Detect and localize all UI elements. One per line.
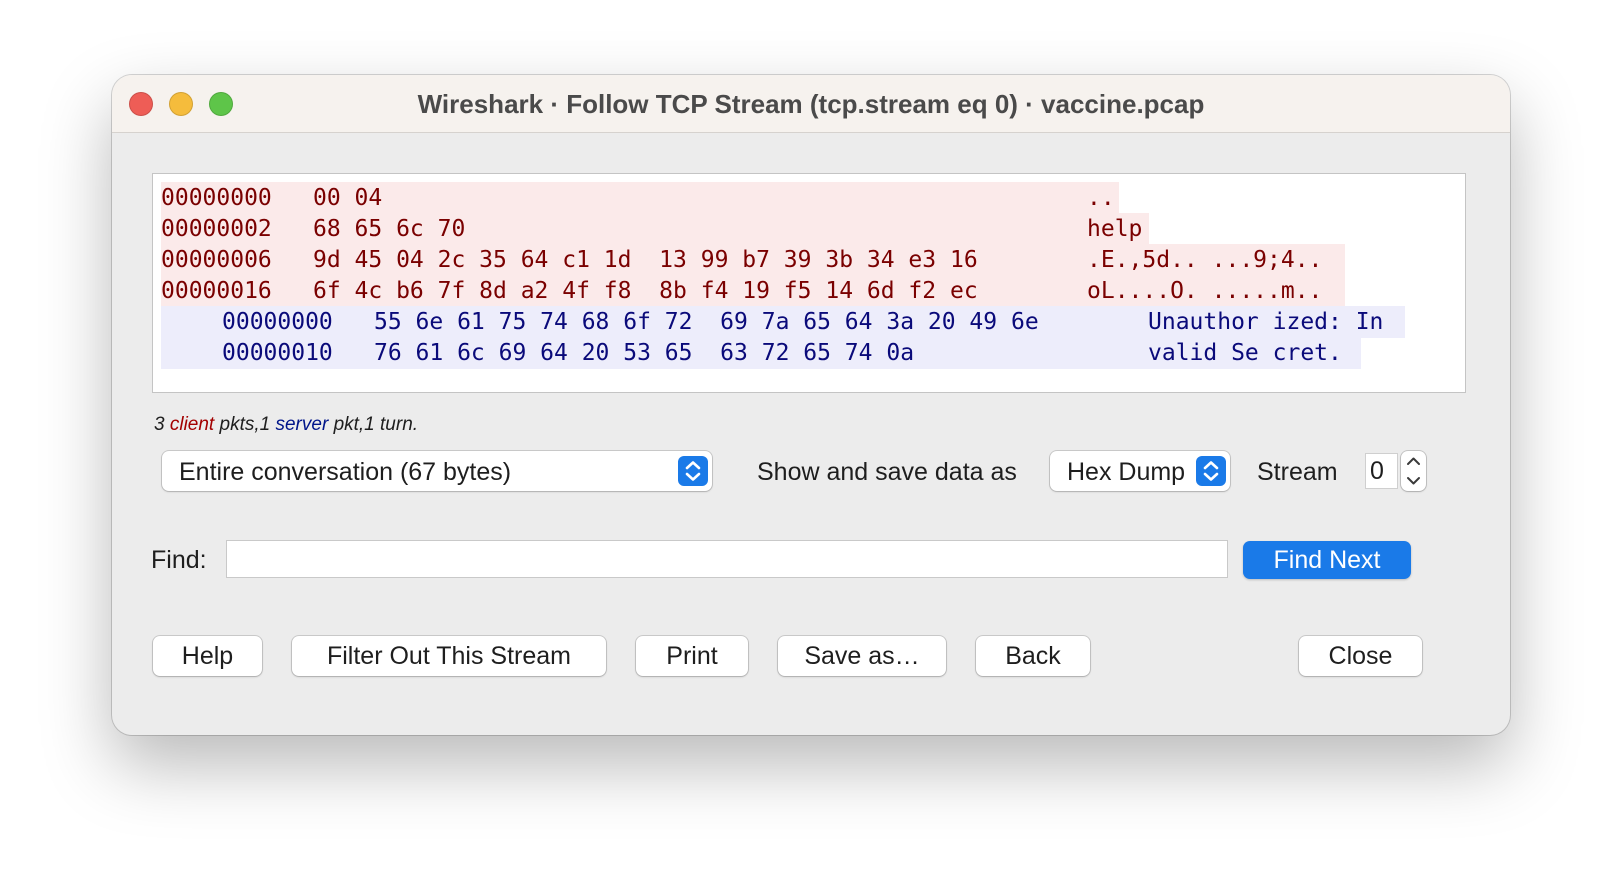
find-input[interactable] <box>226 540 1228 578</box>
server-hex-line: 00000000 55 6e 61 75 74 68 6f 72 69 7a 65… <box>161 306 1405 338</box>
stream-summary: 3 client pkts,1 server pkt,1 turn. <box>154 414 418 436</box>
format-select-value: Hex Dump <box>1067 458 1186 486</box>
client-label: client <box>169 414 215 435</box>
chevron-down-icon <box>1407 477 1420 485</box>
show-save-label: Show and save data as <box>757 458 1017 486</box>
server-summary-tail: pkt,1 turn. <box>333 414 419 435</box>
close-button[interactable]: Close <box>1299 636 1422 676</box>
save-as-button[interactable]: Save as… <box>778 636 946 676</box>
line-offset: 00000002 <box>161 216 272 242</box>
line-hex: 00 04 <box>313 185 383 211</box>
stream-content-view[interactable]: 00000000 00 04.. 00000002 68 65 6c 70 help … <box>152 173 1466 393</box>
client-packet-count: 3 <box>154 414 165 435</box>
stream-increment-button[interactable] <box>1401 451 1426 471</box>
follow-tcp-stream-window: Wireshark · Follow TCP Stream (tcp.strea… <box>112 75 1510 735</box>
line-offset: 00000000 <box>161 185 272 211</box>
line-ascii: .E.,5d.. ...9;4.. <box>1087 247 1323 273</box>
stream-decrement-button[interactable] <box>1401 471 1426 491</box>
stream-stepper <box>1401 451 1426 491</box>
line-hex: 9d 45 04 2c 35 64 c1 1d 13 99 b7 39 3b 3… <box>313 247 978 273</box>
line-ascii: .. <box>1087 185 1115 211</box>
format-select[interactable]: Hex Dump <box>1050 451 1230 491</box>
client-summary-tail: pkts,1 <box>219 414 271 435</box>
line-hex: 55 6e 61 75 74 68 6f 72 69 7a 65 64 3a 2… <box>374 309 1039 335</box>
client-hex-line: 00000002 68 65 6c 70 help <box>161 213 1149 245</box>
line-offset: 00000000 <box>222 309 333 335</box>
line-hex: 68 65 6c 70 <box>313 216 466 242</box>
updown-chevron-icon <box>1196 456 1226 486</box>
client-hex-line: 00000000 00 04.. <box>161 182 1119 214</box>
stream-label: Stream <box>1257 458 1338 486</box>
client-hex-line: 00000016 6f 4c b6 7f 8d a2 4f f8 8b f4 19… <box>161 275 1345 307</box>
line-offset: 00000006 <box>161 247 272 273</box>
conversation-select[interactable]: Entire conversation (67 bytes) <box>162 451 712 491</box>
line-ascii: oL....O. .....m.. <box>1087 278 1323 304</box>
title-bar[interactable]: Wireshark · Follow TCP Stream (tcp.strea… <box>112 75 1510 133</box>
back-button[interactable]: Back <box>976 636 1090 676</box>
line-hex: 6f 4c b6 7f 8d a2 4f f8 8b f4 19 f5 14 6… <box>313 278 978 304</box>
stream-number-input[interactable]: 0 <box>1366 454 1397 488</box>
line-hex: 76 61 6c 69 64 20 53 65 63 72 65 74 0a <box>374 340 915 366</box>
print-button[interactable]: Print <box>636 636 748 676</box>
line-ascii: valid Se cret. <box>1148 340 1342 366</box>
chevron-up-icon <box>1407 457 1420 465</box>
client-hex-line: 00000006 9d 45 04 2c 35 64 c1 1d 13 99 b7… <box>161 244 1345 276</box>
find-label: Find: <box>151 546 207 574</box>
conversation-select-value: Entire conversation (67 bytes) <box>179 458 512 486</box>
window-title: Wireshark · Follow TCP Stream (tcp.strea… <box>417 89 1205 119</box>
server-hex-line: 00000010 76 61 6c 69 64 20 53 65 63 72 65… <box>161 337 1361 369</box>
server-label: server <box>275 414 329 435</box>
updown-chevron-icon <box>678 456 708 486</box>
find-next-button[interactable]: Find Next <box>1243 541 1411 579</box>
line-ascii: help <box>1087 216 1143 242</box>
line-offset: 00000010 <box>222 340 333 366</box>
filter-out-stream-button[interactable]: Filter Out This Stream <box>292 636 606 676</box>
line-ascii: Unauthor ized: In <box>1148 309 1384 335</box>
line-offset: 00000016 <box>161 278 272 304</box>
help-button[interactable]: Help <box>153 636 262 676</box>
